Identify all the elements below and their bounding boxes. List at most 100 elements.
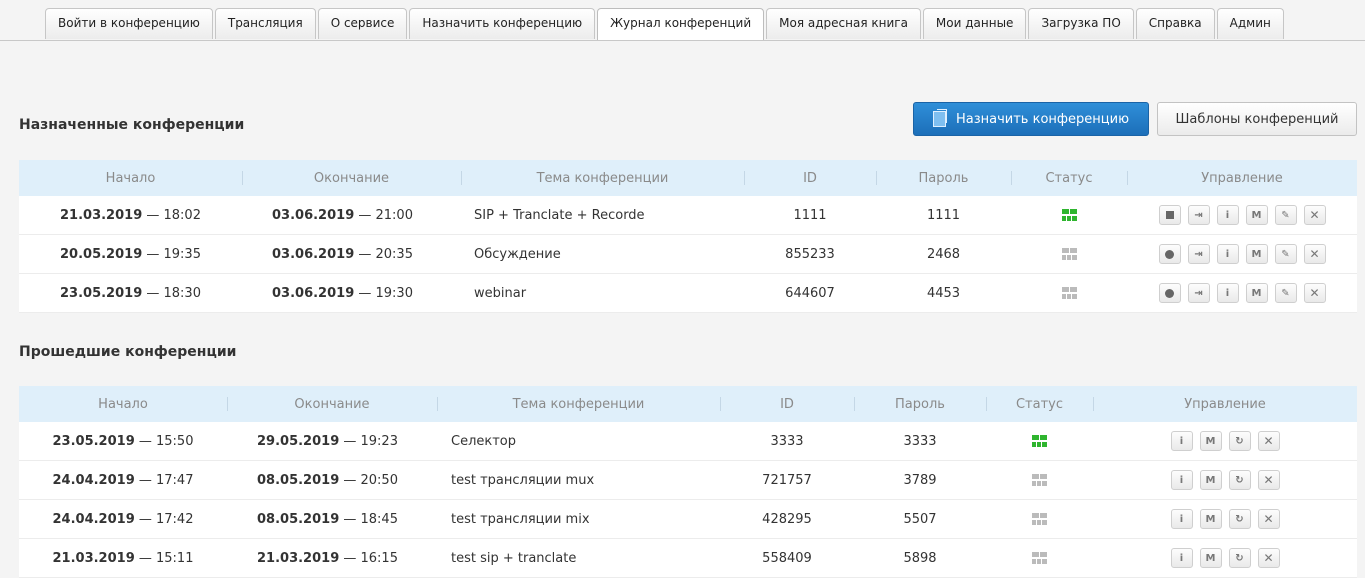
restart-button[interactable]: ↻ (1228, 470, 1251, 490)
moderator-button[interactable]: M (1199, 470, 1222, 490)
action-buttons: ⇥ i M ✎ ✕ (1127, 283, 1357, 303)
table-row: 20.05.2019 — 19:35 03.06.2019 — 20:35 Обсу… (19, 235, 1357, 274)
column-header: Окончание (227, 397, 437, 412)
table-row: 23.05.2019 — 15:50 29.05.2019 — 19:23 Селе… (19, 422, 1357, 461)
end-date: 21.03.2019 (257, 550, 340, 566)
end-cell: 29.05.2019 — 19:23 (227, 434, 437, 449)
password-cell: 3333 (903, 433, 937, 449)
restart-button[interactable]: ↻ (1228, 431, 1251, 451)
tab-8[interactable]: Справка (1135, 8, 1215, 39)
info-button[interactable]: i (1170, 470, 1193, 490)
info-button[interactable]: i (1216, 205, 1239, 225)
moderator-button[interactable]: M (1199, 509, 1222, 529)
end-date: 03.06.2019 (272, 207, 355, 223)
info-icon: i (1179, 474, 1184, 486)
tab-9[interactable]: Админ (1216, 8, 1284, 39)
join-button[interactable]: ⇥ (1187, 205, 1210, 225)
info-button[interactable]: i (1170, 509, 1193, 529)
delete-button[interactable]: ✕ (1257, 470, 1280, 490)
delete-icon: ✕ (1263, 434, 1274, 448)
end-time: — 20:50 (339, 472, 398, 488)
info-button[interactable]: i (1216, 244, 1239, 264)
join-button[interactable]: ⇥ (1187, 283, 1210, 303)
delete-button[interactable]: ✕ (1303, 244, 1326, 264)
info-button[interactable]: i (1170, 431, 1193, 451)
start-date: 23.05.2019 (60, 285, 143, 301)
end-date: 08.05.2019 (257, 511, 340, 527)
start-cell: 24.04.2019 — 17:47 (19, 473, 227, 488)
edit-button[interactable]: ✎ (1274, 283, 1297, 303)
topic-cell: SIP + Tranclate + Recorde (474, 207, 645, 223)
join-icon: ⇥ (1194, 209, 1203, 221)
conference-templates-button[interactable]: Шаблоны конференций (1157, 102, 1357, 136)
moderator-icon: M (1251, 287, 1262, 299)
stop-record-button[interactable] (1158, 205, 1181, 225)
topic-cell: Селектор (451, 433, 517, 449)
column-header: Пароль (854, 397, 986, 412)
id-cell: 721757 (762, 472, 812, 488)
delete-button[interactable]: ✕ (1257, 431, 1280, 451)
tab-2[interactable]: О сервисе (317, 8, 408, 39)
join-button[interactable]: ⇥ (1187, 244, 1210, 264)
moderator-button[interactable]: M (1245, 283, 1268, 303)
status-cell (1011, 208, 1127, 223)
tab-5[interactable]: Моя адресная книга (766, 8, 921, 39)
start-cell: 23.05.2019 — 15:50 (19, 434, 227, 449)
start-cell: 21.03.2019 — 18:02 (19, 208, 242, 223)
table-row: 24.04.2019 — 17:42 08.05.2019 — 18:45 test… (19, 500, 1357, 539)
moderator-button[interactable]: M (1199, 548, 1222, 568)
end-time: — 20:35 (354, 246, 413, 262)
info-icon: i (1179, 552, 1184, 564)
topic-cell: webinar (474, 285, 527, 301)
record-button[interactable] (1158, 244, 1181, 264)
action-buttons: i M ↻ ✕ (1093, 509, 1357, 529)
end-time: — 18:45 (339, 511, 398, 527)
column-header: Статус (1011, 171, 1127, 186)
end-date: 03.06.2019 (272, 285, 355, 301)
delete-button[interactable]: ✕ (1257, 548, 1280, 568)
tab-3[interactable]: Назначить конференцию (409, 8, 596, 39)
moderator-button[interactable]: M (1245, 205, 1268, 225)
schedule-conference-button[interactable]: Назначить конференцию (913, 102, 1149, 136)
status-icon (1061, 248, 1077, 260)
info-button[interactable]: i (1170, 548, 1193, 568)
status-cell (986, 473, 1093, 488)
status-icon (1061, 209, 1077, 221)
delete-icon: ✕ (1263, 512, 1274, 526)
moderator-icon: M (1205, 552, 1216, 564)
delete-button[interactable]: ✕ (1303, 283, 1326, 303)
edit-button[interactable]: ✎ (1274, 244, 1297, 264)
password-cell: 4453 (926, 285, 961, 301)
status-cell (986, 512, 1093, 527)
topic-cell: test трансляции mix (451, 511, 590, 527)
moderator-button[interactable]: M (1245, 244, 1268, 264)
actions-cell: i M ↻ ✕ (1093, 509, 1357, 529)
scheduled-section-title: Назначенные конференции (19, 117, 245, 133)
record-button[interactable] (1158, 283, 1181, 303)
delete-button[interactable]: ✕ (1257, 509, 1280, 529)
start-time: — 15:11 (134, 550, 194, 566)
edit-button[interactable]: ✎ (1274, 205, 1297, 225)
tab-4[interactable]: Журнал конференций (597, 8, 765, 40)
scheduled-conferences-table: Начало Окончание Тема конференции ID Пароль С… (19, 160, 1357, 313)
restart-button[interactable]: ↻ (1228, 509, 1251, 529)
restart-button[interactable]: ↻ (1228, 548, 1251, 568)
tab-0[interactable]: Войти в конференцию (45, 8, 213, 39)
edit-icon: ✎ (1281, 248, 1290, 260)
info-icon: i (1225, 248, 1230, 260)
moderator-icon: M (1205, 474, 1216, 486)
past-conferences-table: Начало Окончание Тема конференции ID Пароль С… (19, 386, 1357, 578)
restart-icon: ↻ (1235, 435, 1244, 447)
topic-cell: Обсуждение (474, 246, 561, 262)
tab-1[interactable]: Трансляция (214, 8, 316, 39)
moderator-button[interactable]: M (1199, 431, 1222, 451)
tab-7[interactable]: Загрузка ПО (1028, 8, 1134, 39)
delete-button[interactable]: ✕ (1303, 205, 1326, 225)
moderator-icon: M (1205, 513, 1216, 525)
column-header: Тема конференции (461, 171, 744, 186)
table-header: Начало Окончание Тема конференции ID Пароль С… (19, 386, 1357, 422)
topic-cell: test трансляции mux (451, 472, 595, 488)
id-cell: 428295 (762, 511, 812, 527)
info-button[interactable]: i (1216, 283, 1239, 303)
tab-6[interactable]: Мои данные (922, 8, 1027, 39)
